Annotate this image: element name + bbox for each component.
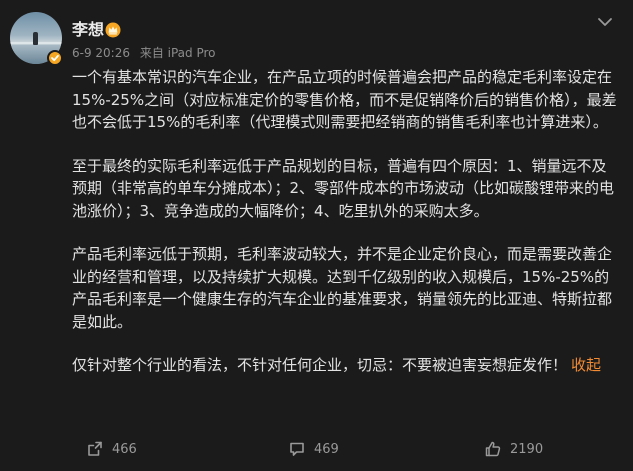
post-source: 来自 iPad Pro	[139, 46, 216, 60]
paragraph-2: 至于最终的实际毛利率远低于产品规划的目标，普遍有四个原因：1、销量远不及预期（非…	[72, 156, 615, 220]
vip-crown-icon	[105, 22, 121, 38]
post-meta: 6-9 20:26 来自 iPad Pro	[72, 45, 222, 61]
action-bar: 466 469 2190	[0, 436, 633, 462]
like-icon	[484, 440, 502, 458]
avatar-figure	[33, 32, 38, 45]
repost-count: 466	[112, 441, 137, 457]
post-content: 一个有基本常识的汽车企业，在产品立项的时候普遍会把产品的稳定毛利率设定在15%-…	[72, 66, 617, 377]
weibo-post: 李想 6-9 20:26 来自 iPad Pro 一个有基本常识的汽车企业，在产…	[0, 0, 633, 471]
like-count: 2190	[510, 441, 544, 457]
comment-count: 469	[314, 441, 339, 457]
author-name[interactable]: 李想	[72, 20, 104, 40]
paragraph-3: 产品毛利率远低于预期，毛利率波动较大，并不是企业定价良心，而是需要改善企业的经营…	[72, 245, 613, 331]
comment-button[interactable]: 469	[288, 436, 339, 462]
repost-icon	[86, 440, 104, 458]
paragraph-1: 一个有基本常识的汽车企业，在产品立项的时候普遍会把产品的稳定毛利率设定在15%-…	[72, 68, 617, 131]
like-button[interactable]: 2190	[484, 436, 543, 462]
collapse-link[interactable]: 收起	[571, 356, 601, 374]
comment-icon	[288, 440, 306, 458]
paragraph-4-text: 仅针对整个行业的看法，不针对任何企业，切忌：不要被迫害妄想症发作！	[72, 356, 568, 374]
repost-button[interactable]: 466	[86, 436, 137, 462]
paragraph-4: 仅针对整个行业的看法，不针对任何企业，切忌：不要被迫害妄想症发作！ 收起	[72, 354, 617, 377]
post-time[interactable]: 6-9 20:26	[72, 46, 130, 60]
more-chevron-icon[interactable]	[596, 14, 614, 28]
verified-badge-icon	[47, 50, 63, 66]
